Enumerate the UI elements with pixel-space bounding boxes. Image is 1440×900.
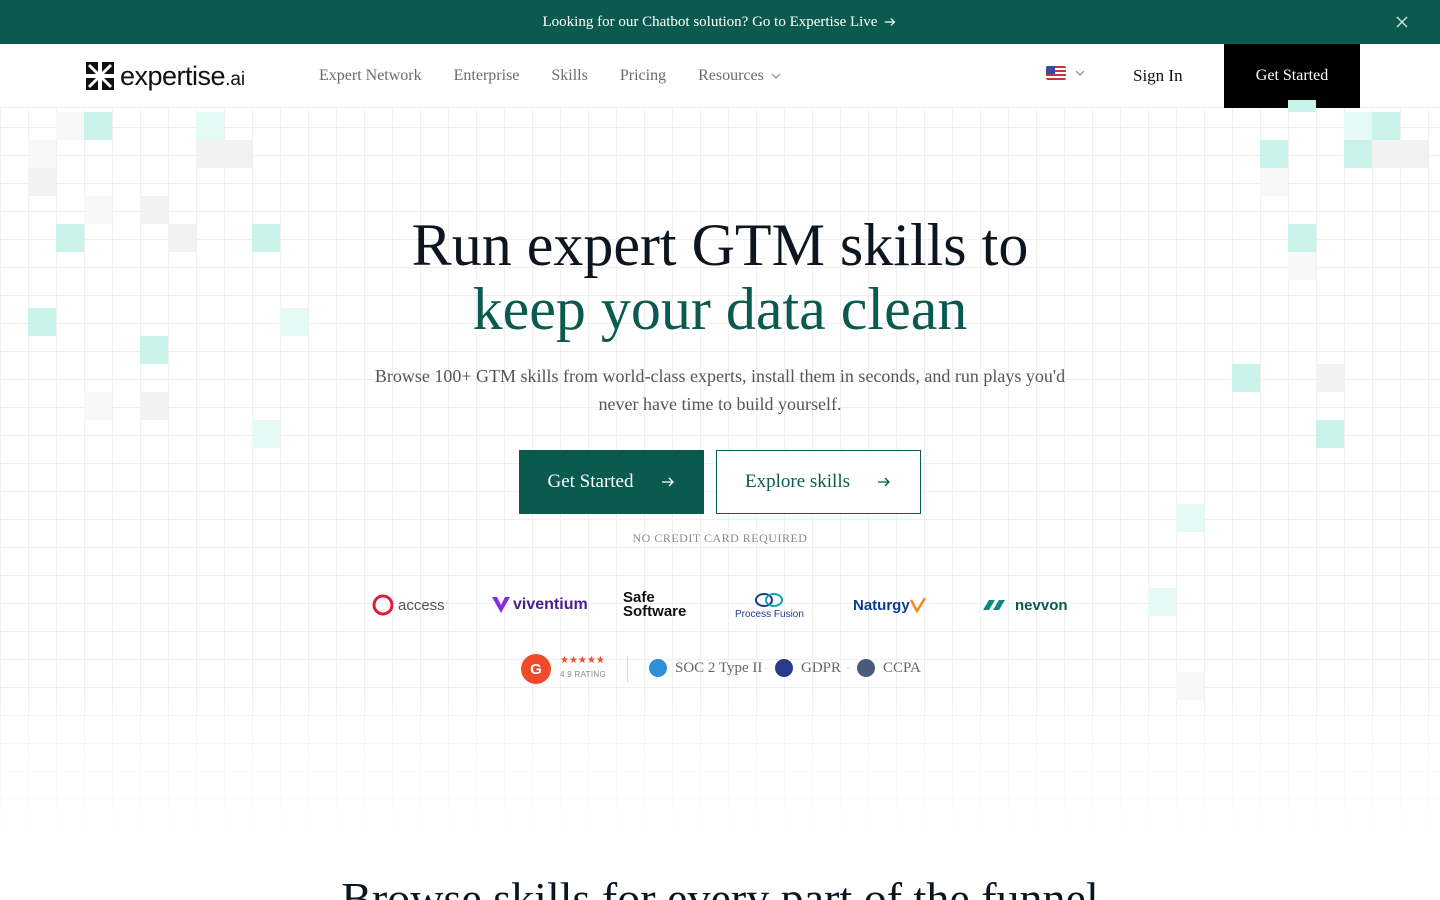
nav-item-resources-label: Resources bbox=[698, 67, 764, 84]
viventium-logo: viventium bbox=[491, 585, 588, 625]
grid-cell bbox=[1260, 140, 1288, 168]
rating-text: 4.9 RATING bbox=[560, 670, 606, 679]
announcement-bar: Looking for our Chatbot solution? Go to … bbox=[0, 0, 1440, 44]
grid-cell bbox=[1288, 100, 1316, 112]
customer-logos: access viventium Safe Software Process F… bbox=[0, 585, 1440, 625]
gdpr-badge: GDPR bbox=[775, 659, 841, 677]
grid-cell bbox=[84, 392, 112, 420]
explore-skills-label: Explore skills bbox=[744, 471, 851, 492]
grid-cell bbox=[1344, 140, 1372, 168]
soc2-badge: SOC 2 Type II bbox=[649, 659, 762, 677]
trust-row: G ★★★★★ 4.9 RATING SOC 2 Type II · GDPR … bbox=[0, 652, 1440, 686]
logo[interactable]: expertise .ai bbox=[86, 60, 245, 92]
soc2-icon bbox=[649, 659, 667, 677]
sign-in-link[interactable]: Sign In bbox=[1133, 44, 1183, 108]
grid-cell bbox=[224, 140, 252, 168]
logo-suffix: .ai bbox=[225, 68, 246, 90]
grid-cell bbox=[1316, 364, 1344, 392]
grid-cell bbox=[1176, 504, 1204, 532]
grid-cell bbox=[252, 420, 280, 448]
top-nav: expertise .ai Expert Network Enterprise … bbox=[0, 44, 1440, 108]
announcement-link[interactable]: Looking for our Chatbot solution? Go to … bbox=[543, 14, 898, 31]
hero-headline-line2: keep your data clean bbox=[472, 276, 968, 342]
grid-cell bbox=[1372, 140, 1400, 168]
grid-cell bbox=[1260, 168, 1288, 196]
grid-cell bbox=[1344, 112, 1372, 140]
close-icon[interactable] bbox=[1394, 14, 1410, 30]
grid-cell bbox=[56, 112, 84, 140]
main-menu: Expert Network Enterprise Skills Pricing… bbox=[319, 44, 782, 108]
grid-cell bbox=[1400, 140, 1428, 168]
grid-cell bbox=[28, 168, 56, 196]
grid-cell bbox=[196, 140, 224, 168]
grid-cell bbox=[1232, 364, 1260, 392]
separator-dot: · bbox=[764, 661, 768, 675]
nav-item-pricing[interactable]: Pricing bbox=[620, 67, 666, 85]
separator-dot: · bbox=[846, 661, 850, 675]
no-credit-card-note: NO CREDIT CARD REQUIRED bbox=[632, 531, 808, 545]
grid-cell bbox=[1372, 112, 1400, 140]
nav-item-expert-network[interactable]: Expert Network bbox=[319, 67, 422, 85]
access-logo: access bbox=[371, 585, 445, 625]
nevvon-logo-icon bbox=[983, 600, 1005, 610]
nav-item-resources[interactable]: Resources bbox=[698, 67, 782, 85]
section-title: Browse skills for every part of the funn… bbox=[341, 873, 1099, 900]
ccpa-icon bbox=[857, 659, 875, 677]
chevron-down-icon bbox=[771, 73, 781, 79]
process-fusion-logo: Process Fusion bbox=[735, 585, 804, 625]
arrow-right-icon bbox=[878, 477, 890, 487]
grid-cell bbox=[28, 140, 56, 168]
hero-get-started-label: Get Started bbox=[547, 471, 634, 492]
grid-cell bbox=[196, 112, 224, 140]
hero-subtitle: Browse 100+ GTM skills from world-class … bbox=[374, 366, 1066, 414]
chevron-down-icon bbox=[1075, 70, 1085, 76]
rating-stars: ★★★★★ bbox=[560, 655, 605, 666]
viventium-logo-icon bbox=[492, 597, 510, 613]
arrow-right-icon bbox=[885, 18, 896, 26]
process-fusion-logo-icon bbox=[755, 592, 784, 607]
nav-item-enterprise[interactable]: Enterprise bbox=[454, 67, 520, 85]
hero-headline-line1: Run expert GTM skills to bbox=[411, 212, 1029, 278]
logo-word: expertise bbox=[120, 60, 226, 91]
naturgy-logo-icon bbox=[909, 597, 926, 613]
us-flag-icon bbox=[1046, 66, 1066, 80]
safe-software-logo: Safe Software bbox=[623, 589, 687, 620]
grid-fade bbox=[0, 689, 1440, 900]
g2-badge-icon: G bbox=[521, 654, 551, 684]
access-logo-icon bbox=[372, 594, 394, 616]
ccpa-badge: CCPA bbox=[857, 659, 921, 677]
gdpr-icon bbox=[775, 659, 793, 677]
arrow-right-icon bbox=[661, 477, 674, 487]
grid-cell bbox=[140, 392, 168, 420]
grid-cell bbox=[84, 112, 112, 140]
announcement-text: Looking for our Chatbot solution? Go to … bbox=[542, 13, 878, 30]
language-selector[interactable] bbox=[1046, 66, 1086, 80]
grid-cell bbox=[1316, 420, 1344, 448]
divider bbox=[627, 656, 628, 682]
nav-item-skills[interactable]: Skills bbox=[551, 67, 587, 85]
hero-get-started-button[interactable]: Get Started bbox=[519, 450, 704, 514]
naturgy-logo: Naturgy bbox=[853, 585, 926, 625]
nav-get-started-button[interactable]: Get Started bbox=[1224, 44, 1360, 108]
nevvon-logo: nevvon bbox=[983, 585, 1068, 625]
explore-skills-button[interactable]: Explore skills bbox=[716, 450, 921, 514]
logo-mark-icon bbox=[86, 62, 114, 90]
